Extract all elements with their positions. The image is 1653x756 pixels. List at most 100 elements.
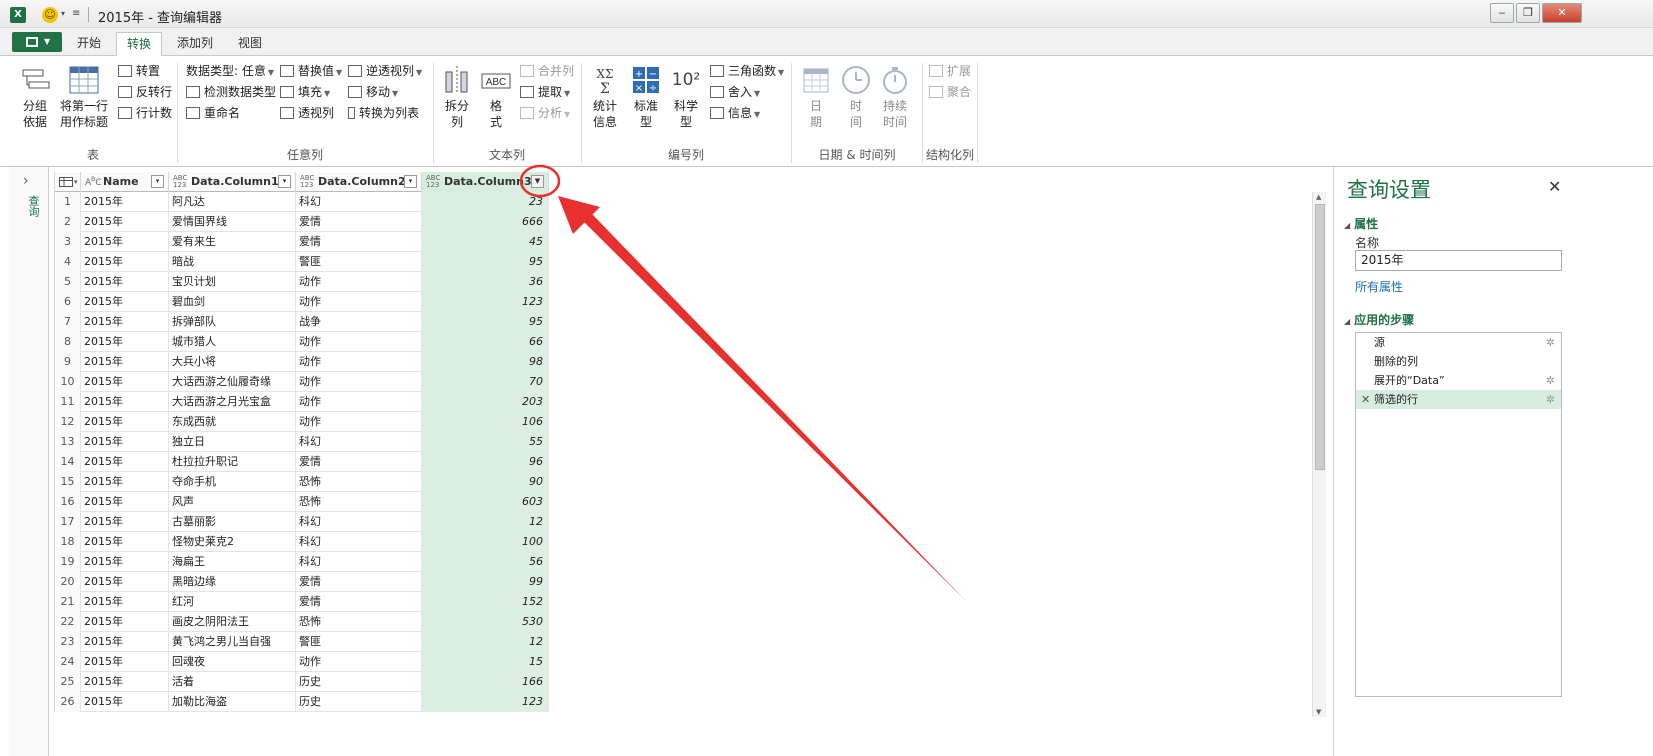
cell-data-column3[interactable]: 23 <box>422 192 549 212</box>
cell-data-column3[interactable]: 166 <box>422 672 549 692</box>
cell-data-column1[interactable]: 黄飞鸿之男儿当自强 <box>169 632 296 652</box>
group-by-button[interactable]: 分组 依据 <box>16 64 54 130</box>
cell-data-column1[interactable]: 怪物史莱克2 <box>169 532 296 552</box>
trigonometry-button[interactable]: 三角函数 ▼ <box>710 62 784 80</box>
step-source[interactable]: 源 ✲ <box>1356 333 1561 352</box>
cell-name[interactable]: 2015年 <box>81 312 169 332</box>
expand-button[interactable]: 扩展 <box>929 62 971 80</box>
cell-data-column3[interactable]: 203 <box>422 392 549 412</box>
cell-name[interactable]: 2015年 <box>81 572 169 592</box>
cell-data-column3[interactable]: 123 <box>422 292 549 312</box>
cell-data-column1[interactable]: 东成西就 <box>169 412 296 432</box>
expand-pane-icon[interactable]: › <box>23 173 29 189</box>
table-row[interactable]: 16 2015年 风声 恐怖 603 <box>55 492 549 512</box>
cell-data-column1[interactable]: 大话西游之月光宝盒 <box>169 392 296 412</box>
cell-name[interactable]: 2015年 <box>81 532 169 552</box>
replace-values-button[interactable]: 替换值 ▼ <box>280 62 342 80</box>
convert-to-list-button[interactable]: 转换为列表 <box>348 104 419 122</box>
cell-data-column1[interactable]: 拆弹部队 <box>169 312 296 332</box>
cell-data-column3[interactable]: 95 <box>422 252 549 272</box>
step-filtered-rows[interactable]: ✕ 筛选的行 ✲ <box>1356 390 1561 409</box>
table-row[interactable]: 2 2015年 爱情国界线 爱情 666 <box>55 212 549 232</box>
merge-columns-button[interactable]: 合并列 <box>520 62 574 80</box>
query-name-input[interactable]: 2015年 <box>1355 250 1562 271</box>
table-row[interactable]: 3 2015年 爱有来生 爱情 45 <box>55 232 549 252</box>
column-filter-dropdown[interactable]: ▾ <box>278 175 291 188</box>
cell-data-column2[interactable]: 爱情 <box>296 212 422 232</box>
minimize-button[interactable]: ‒ <box>1490 3 1514 23</box>
parse-button[interactable]: 分析 ▼ <box>520 104 570 122</box>
cell-data-column3[interactable]: 45 <box>422 232 549 252</box>
time-button[interactable]: 时 间 <box>840 64 872 130</box>
all-properties-link[interactable]: 所有属性 <box>1355 278 1403 295</box>
cell-data-column3[interactable]: 70 <box>422 372 549 392</box>
cell-name[interactable]: 2015年 <box>81 212 169 232</box>
format-button[interactable]: ABC 格 式 <box>479 64 513 130</box>
cell-data-column1[interactable]: 黑暗边缘 <box>169 572 296 592</box>
vertical-scrollbar[interactable]: ▲ ▼ <box>1312 192 1326 717</box>
table-row[interactable]: 25 2015年 活着 历史 166 <box>55 672 549 692</box>
applied-steps-section[interactable]: ◢ 应用的步骤 <box>1344 311 1414 328</box>
cell-data-column2[interactable]: 科幻 <box>296 512 422 532</box>
cell-name[interactable]: 2015年 <box>81 252 169 272</box>
cell-data-column3[interactable]: 66 <box>422 332 549 352</box>
unpivot-columns-button[interactable]: 逆透视列 ▼ <box>348 62 422 80</box>
scroll-up-icon[interactable]: ▲ <box>1316 193 1321 201</box>
cell-name[interactable]: 2015年 <box>81 492 169 512</box>
column-filter-dropdown[interactable]: ▾ <box>151 175 164 188</box>
cell-data-column3[interactable]: 55 <box>422 432 549 452</box>
date-button[interactable]: 日 期 <box>800 64 832 130</box>
tab-transform[interactable]: 转换 <box>116 32 162 56</box>
cell-data-column2[interactable]: 科幻 <box>296 552 422 572</box>
cell-data-column1[interactable]: 画皮之阴阳法王 <box>169 612 296 632</box>
cell-data-column3[interactable]: 56 <box>422 552 549 572</box>
cell-data-column3[interactable]: 95 <box>422 312 549 332</box>
pivot-column-button[interactable]: 透视列 <box>280 104 334 122</box>
cell-data-column2[interactable]: 历史 <box>296 692 422 712</box>
cell-data-column3[interactable]: 152 <box>422 592 549 612</box>
cell-name[interactable]: 2015年 <box>81 632 169 652</box>
aggregate-button[interactable]: 聚合 <box>929 83 971 101</box>
table-menu-button[interactable]: ▾ <box>55 172 81 192</box>
statistics-button[interactable]: XΣ Σ 统计 信息 <box>586 64 624 130</box>
excel-icon[interactable]: X <box>10 7 26 23</box>
cell-data-column3[interactable]: 99 <box>422 572 549 592</box>
split-column-button[interactable]: 拆分 列 <box>440 64 474 130</box>
cell-data-column3[interactable]: 12 <box>422 632 549 652</box>
cell-name[interactable]: 2015年 <box>81 352 169 372</box>
table-row[interactable]: 12 2015年 东成西就 动作 106 <box>55 412 549 432</box>
tab-home[interactable]: 开始 <box>70 32 108 56</box>
table-row[interactable]: 15 2015年 夺命手机 恐怖 90 <box>55 472 549 492</box>
cell-name[interactable]: 2015年 <box>81 192 169 212</box>
duration-button[interactable]: 持续 时间 <box>876 64 914 130</box>
cell-data-column1[interactable]: 活着 <box>169 672 296 692</box>
cell-data-column3[interactable]: 36 <box>422 272 549 292</box>
cell-name[interactable]: 2015年 <box>81 452 169 472</box>
table-row[interactable]: 4 2015年 暗战 警匪 95 <box>55 252 549 272</box>
cell-data-column2[interactable]: 动作 <box>296 652 422 672</box>
cell-data-column2[interactable]: 动作 <box>296 332 422 352</box>
cell-data-column3[interactable]: 96 <box>422 452 549 472</box>
table-row[interactable]: 21 2015年 红河 爱情 152 <box>55 592 549 612</box>
cell-data-column3[interactable]: 12 <box>422 512 549 532</box>
cell-name[interactable]: 2015年 <box>81 652 169 672</box>
reverse-rows-button[interactable]: 反转行 <box>118 83 172 101</box>
cell-data-column1[interactable]: 大话西游之仙履奇缘 <box>169 372 296 392</box>
delete-step-icon[interactable]: ✕ <box>1361 390 1370 409</box>
chevron-down-icon[interactable]: ▾ <box>61 9 65 18</box>
cell-data-column2[interactable]: 警匪 <box>296 252 422 272</box>
cell-name[interactable]: 2015年 <box>81 592 169 612</box>
cell-data-column1[interactable]: 古墓丽影 <box>169 512 296 532</box>
restore-button[interactable]: ❐ <box>1516 3 1540 23</box>
move-button[interactable]: 移动 ▼ <box>348 83 398 101</box>
cell-data-column3[interactable]: 123 <box>422 692 549 712</box>
use-first-row-as-headers-button[interactable]: 将第一行 用作标题 <box>56 64 112 130</box>
cell-name[interactable]: 2015年 <box>81 332 169 352</box>
customize-toolbar-icon[interactable]: ≡ <box>72 8 80 19</box>
table-row[interactable]: 22 2015年 画皮之阴阳法王 恐怖 530 <box>55 612 549 632</box>
cell-data-column3[interactable]: 90 <box>422 472 549 492</box>
cell-data-column2[interactable]: 科幻 <box>296 192 422 212</box>
table-row[interactable]: 10 2015年 大话西游之仙履奇缘 动作 70 <box>55 372 549 392</box>
column-header-name[interactable]: ABC Name ▾ <box>81 172 169 192</box>
cell-name[interactable]: 2015年 <box>81 432 169 452</box>
